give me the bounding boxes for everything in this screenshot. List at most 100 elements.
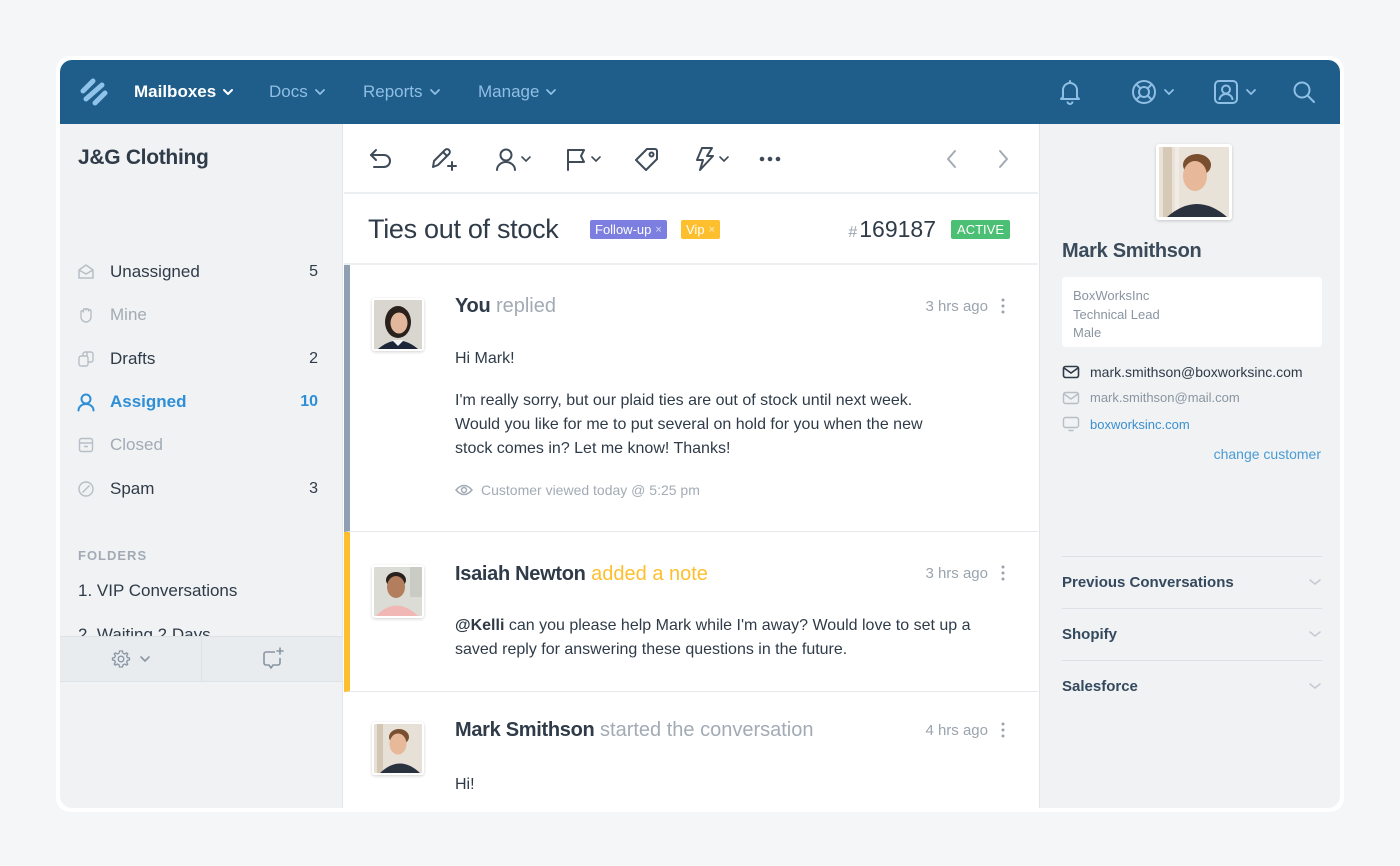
nav-manage-label: Manage xyxy=(478,82,540,101)
user-profile-icon xyxy=(1214,80,1238,104)
note-text: can you please help Mark while I'm away?… xyxy=(455,617,971,658)
customer-panel: Mark Smithson BoxWorksInc Technical Lead… xyxy=(1039,124,1340,808)
customer-job-title: Technical Lead xyxy=(1073,306,1160,322)
thread-more-icon[interactable] xyxy=(998,721,1008,739)
sidebar-item-unassigned[interactable]: Unassigned 5 xyxy=(76,257,318,287)
logo-icon[interactable] xyxy=(80,78,108,106)
person-icon xyxy=(496,148,516,171)
sidebar-item-label: Unassigned xyxy=(110,262,200,281)
tag-label: Follow-up xyxy=(595,222,652,237)
chevron-down-icon xyxy=(429,89,440,95)
block-icon xyxy=(76,479,96,499)
accordion-previous-conversations[interactable]: Previous Conversations xyxy=(1062,557,1322,607)
primary-email-text: mark.smithson@boxworksinc.com xyxy=(1090,364,1303,380)
thread-body: @Kelli can you please help Mark while I'… xyxy=(455,614,975,662)
tag-button[interactable] xyxy=(634,144,660,174)
nav-docs[interactable]: Docs xyxy=(269,60,326,124)
notifications-button[interactable] xyxy=(1058,60,1082,124)
mention[interactable]: @Kelli xyxy=(455,617,504,634)
sidebar-item-closed[interactable]: Closed xyxy=(76,430,318,460)
thread-body: I'm really sorry, but our plaid ties are… xyxy=(455,392,923,457)
accordion-label: Shopify xyxy=(1062,625,1117,643)
change-customer-link[interactable]: change customer xyxy=(1214,446,1321,462)
bell-icon xyxy=(1060,80,1080,105)
ellipsis-icon xyxy=(759,156,781,162)
website-link[interactable]: boxworksinc.com xyxy=(1062,416,1190,432)
monitor-icon xyxy=(1062,416,1080,432)
sidebar-item-label: Mine xyxy=(110,305,147,324)
nav-docs-label: Docs xyxy=(269,82,308,101)
sidebar-item-spam[interactable]: Spam 3 xyxy=(76,474,318,504)
sidebar-item-count: 3 xyxy=(309,480,318,497)
thread-action: started the conversation xyxy=(600,719,814,741)
chevron-down-icon xyxy=(546,89,557,95)
reply-button[interactable] xyxy=(368,144,394,174)
folder-item[interactable]: 1. VIP Conversations xyxy=(78,581,237,601)
conversation-number: #169187 xyxy=(848,216,936,243)
tag-vip[interactable]: Vip × xyxy=(681,220,720,239)
conversation-panel: Ties out of stock Follow-up × Vip × #16918… xyxy=(344,124,1038,808)
thread-header: Mark Smithson started the conversation xyxy=(455,719,814,742)
add-note-button[interactable] xyxy=(429,144,459,174)
help-menu-button[interactable] xyxy=(1131,60,1175,124)
tag-follow-up[interactable]: Follow-up × xyxy=(590,220,667,239)
nav-reports[interactable]: Reports xyxy=(363,60,441,124)
accordion-label: Salesforce xyxy=(1062,677,1138,695)
sidebar-footer xyxy=(60,636,343,682)
conversation-subject: Ties out of stock xyxy=(368,214,559,244)
email-icon xyxy=(1062,391,1080,404)
sidebar-item-count: 10 xyxy=(300,393,318,410)
thread-item: You replied 3 hrs ago Hi Mark! I'm reall… xyxy=(344,265,1038,532)
chevron-down-icon xyxy=(1246,89,1256,96)
profile-menu-button[interactable] xyxy=(1213,60,1257,124)
customer-name: Mark Smithson xyxy=(1062,240,1202,262)
subject-bar: Ties out of stock Follow-up × Vip × #16918… xyxy=(344,194,1038,265)
conversation-number-value: 169187 xyxy=(859,216,936,242)
secondary-email[interactable]: mark.smithson@mail.com xyxy=(1062,390,1240,405)
chevron-down-icon xyxy=(1309,631,1321,637)
lightning-icon xyxy=(696,147,714,171)
thread-greeting: Hi Mark! xyxy=(455,350,515,367)
search-button[interactable] xyxy=(1292,60,1316,124)
new-conversation-button[interactable] xyxy=(201,637,343,681)
secondary-email-text: mark.smithson@mail.com xyxy=(1090,390,1240,405)
chevron-down-icon xyxy=(139,656,150,663)
mailbox-title: J&G Clothing xyxy=(78,146,209,169)
thread-timestamp: 3 hrs ago xyxy=(925,298,988,315)
status-badge[interactable]: ACTIVE xyxy=(951,220,1010,239)
thread-header: You replied xyxy=(455,295,556,318)
nav-mailboxes-label: Mailboxes xyxy=(134,82,217,101)
assign-button[interactable] xyxy=(494,144,532,174)
chevron-right-icon xyxy=(999,150,1008,168)
sidebar-item-label: Drafts xyxy=(110,349,156,368)
accordion-salesforce[interactable]: Salesforce xyxy=(1062,661,1322,711)
chevron-left-icon xyxy=(947,150,956,168)
status-flag-button[interactable] xyxy=(564,144,602,174)
thread-more-icon[interactable] xyxy=(998,297,1008,315)
hand-icon xyxy=(76,305,96,325)
primary-email[interactable]: mark.smithson@boxworksinc.com xyxy=(1062,364,1303,380)
hash-symbol: # xyxy=(848,224,858,241)
sidebar-item-assigned[interactable]: Assigned 10 xyxy=(76,387,318,417)
workflow-button[interactable] xyxy=(694,144,730,174)
remove-tag-icon[interactable]: × xyxy=(709,224,715,236)
gear-icon xyxy=(111,650,130,668)
previous-conversation-button[interactable] xyxy=(944,144,960,174)
tag-label: Vip xyxy=(686,222,705,237)
more-actions-button[interactable] xyxy=(758,144,782,174)
nav-reports-label: Reports xyxy=(363,82,423,101)
next-conversation-button[interactable] xyxy=(995,144,1011,174)
sidebar-item-mine[interactable]: Mine xyxy=(76,300,318,330)
avatar xyxy=(372,565,424,618)
thread-more-icon[interactable] xyxy=(998,564,1008,582)
accordion-label: Previous Conversations xyxy=(1062,573,1234,591)
nav-manage[interactable]: Manage xyxy=(478,60,557,124)
remove-tag-icon[interactable]: × xyxy=(655,224,661,236)
sidebar-item-drafts[interactable]: Drafts 2 xyxy=(76,344,318,374)
accordion-shopify[interactable]: Shopify xyxy=(1062,609,1322,659)
thread-timestamp: 4 hrs ago xyxy=(925,722,988,739)
chevron-down-icon xyxy=(719,156,729,163)
drafts-icon xyxy=(76,349,96,369)
mailbox-settings-button[interactable] xyxy=(60,637,201,681)
nav-mailboxes[interactable]: Mailboxes xyxy=(134,60,234,124)
